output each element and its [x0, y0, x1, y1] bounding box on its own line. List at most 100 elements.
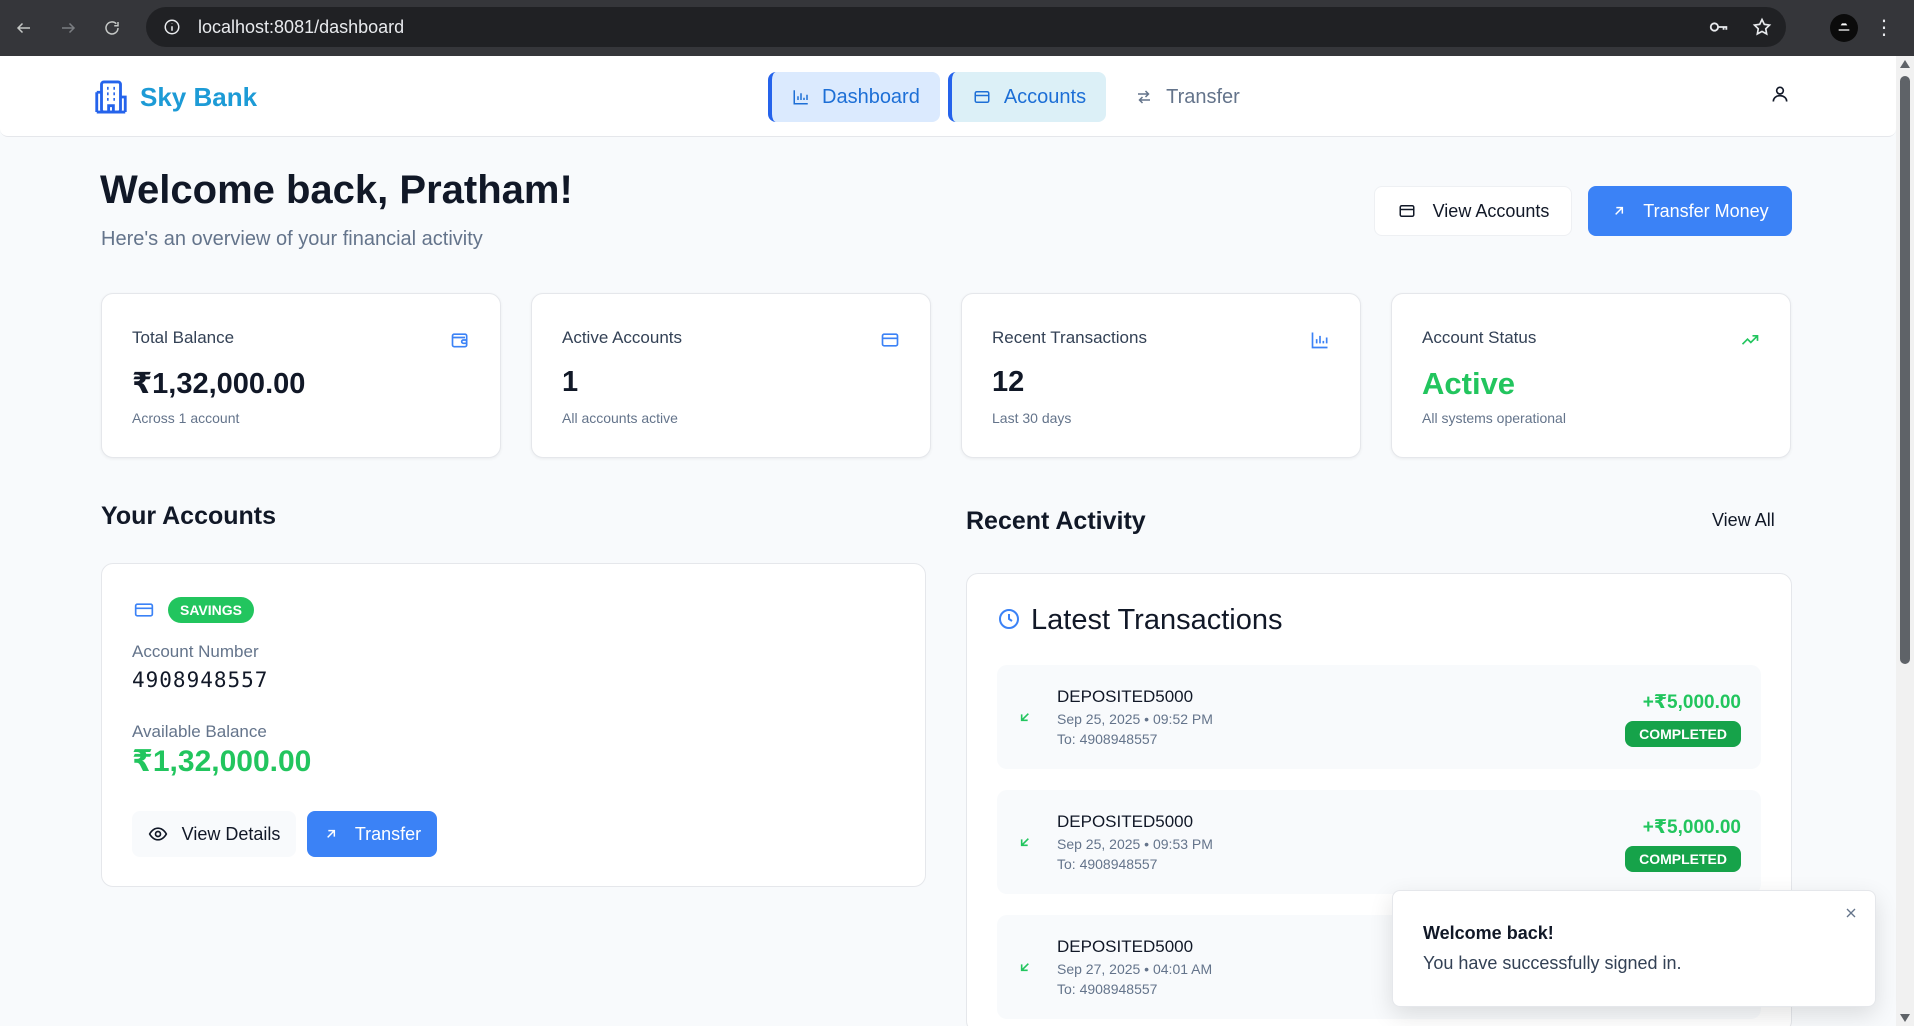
transaction-date: Sep 25, 2025 • 09:52 PM — [1057, 711, 1213, 727]
nav-accounts[interactable]: Accounts — [947, 72, 1107, 122]
transaction-recipient: To: 4908948557 — [1057, 731, 1158, 747]
view-details-label: View Details — [181, 823, 281, 844]
your-accounts-heading: Your Accounts — [101, 502, 277, 530]
transaction-amount: +₹5,000.00 — [1642, 692, 1741, 713]
stat-note: All accounts active — [562, 410, 678, 426]
scroll-thumb[interactable] — [1900, 76, 1910, 664]
arrow-up-right-icon — [326, 829, 335, 838]
bank-building-icon — [95, 80, 127, 114]
available-balance-label: Available Balance — [132, 722, 267, 741]
forward-button[interactable] — [46, 0, 90, 56]
address-bar[interactable]: localhost:8081/dashboard — [146, 7, 1786, 47]
arrow-left-icon — [16, 22, 30, 34]
account-card: SAVINGS Account Number 4908948557 Availa… — [101, 563, 926, 887]
user-menu-button[interactable] — [1770, 84, 1790, 109]
transaction-description: DEPOSITED5000 — [1057, 812, 1194, 831]
transaction-date: Sep 27, 2025 • 04:01 AM — [1057, 961, 1213, 977]
reload-icon — [105, 21, 119, 35]
nav-dashboard[interactable]: Dashboard — [768, 72, 940, 122]
incognito-icon — [1838, 23, 1850, 31]
stat-label: Total Balance — [132, 328, 235, 347]
scroll-up-icon[interactable] — [1900, 60, 1910, 68]
arrows-swap-icon — [1138, 90, 1151, 104]
browser-menu-icon[interactable]: ⋮ — [1874, 14, 1894, 42]
eye-icon — [148, 827, 167, 841]
status-badge: COMPLETED — [1625, 721, 1741, 747]
view-accounts-label: View Accounts — [1432, 200, 1550, 221]
card-icon — [132, 600, 156, 625]
toast-title: Welcome back! — [1423, 923, 1554, 943]
account-transfer-label: Transfer — [354, 823, 422, 844]
latest-transactions-title: Latest Transactions — [1031, 604, 1283, 636]
view-accounts-button[interactable]: View Accounts — [1374, 186, 1572, 236]
stat-card-active-accounts: Active Accounts 1 All accounts active — [531, 293, 931, 458]
status-badge: COMPLETED — [1625, 846, 1741, 872]
card-icon — [880, 330, 900, 355]
nav-transfer-label: Transfer — [1166, 85, 1240, 108]
page-title: Welcome back, Pratham! — [100, 168, 573, 212]
transfer-money-button[interactable]: Transfer Money — [1588, 186, 1792, 236]
trend-up-icon — [1740, 330, 1760, 355]
transfer-money-label: Transfer Money — [1643, 200, 1769, 221]
view-all-link[interactable]: View All — [1712, 510, 1775, 531]
site-info-icon[interactable] — [152, 18, 192, 36]
main-nav: Dashboard Accounts Transfer — [768, 72, 1260, 122]
user-icon — [1772, 86, 1788, 102]
stat-value: ₹1,32,000.00 — [132, 368, 306, 400]
stat-note: Last 30 days — [992, 410, 1072, 426]
account-number: 4908948557 — [132, 668, 269, 692]
brand-name: Sky Bank — [140, 81, 258, 112]
arrow-down-left-icon — [1017, 709, 1033, 730]
toast-notification: Welcome back! You have successfully sign… — [1392, 890, 1876, 1007]
transaction-row[interactable]: DEPOSITED5000 Sep 25, 2025 • 09:52 PM To… — [997, 665, 1761, 769]
stat-note: All systems operational — [1422, 410, 1566, 426]
key-icon[interactable] — [1708, 16, 1730, 38]
reload-button[interactable] — [90, 0, 134, 56]
arrow-down-left-icon — [1017, 959, 1033, 980]
transaction-row[interactable]: DEPOSITED5000 Sep 25, 2025 • 09:53 PM To… — [997, 790, 1761, 894]
star-icon[interactable] — [1752, 17, 1772, 37]
stat-label: Active Accounts — [562, 328, 683, 347]
nav-transfer[interactable]: Transfer — [1114, 72, 1260, 122]
scroll-down-icon[interactable] — [1900, 1014, 1910, 1022]
transaction-amount: +₹5,000.00 — [1642, 817, 1741, 838]
browser-toolbar: localhost:8081/dashboard ⋮ — [0, 0, 1914, 56]
clock-icon — [997, 607, 1021, 636]
stat-label: Recent Transactions — [992, 328, 1147, 347]
arrow-right-icon — [62, 22, 76, 34]
transaction-recipient: To: 4908948557 — [1057, 856, 1158, 872]
bar-chart-icon — [1310, 330, 1330, 355]
view-details-button[interactable]: View Details — [132, 811, 296, 857]
transaction-description: DEPOSITED5000 — [1057, 937, 1194, 956]
stat-value: 1 — [562, 366, 579, 398]
card-icon — [1399, 205, 1415, 217]
brand-logo[interactable]: Sky Bank — [92, 78, 257, 116]
recent-activity-heading: Recent Activity — [966, 507, 1146, 535]
account-number-label: Account Number — [132, 642, 259, 661]
bar-chart-icon — [793, 90, 808, 105]
close-icon[interactable] — [1843, 905, 1859, 926]
stat-note: Across 1 account — [132, 410, 240, 426]
nav-dashboard-label: Dashboard — [822, 85, 920, 108]
nav-accounts-label: Accounts — [1003, 85, 1087, 108]
available-balance: ₹1,32,000.00 — [132, 745, 312, 778]
transaction-description: DEPOSITED5000 — [1057, 687, 1194, 706]
stat-card-total-balance: Total Balance ₹1,32,000.00 Across 1 acco… — [101, 293, 501, 458]
toast-message: You have successfully signed in. — [1423, 953, 1682, 973]
wallet-icon — [450, 330, 470, 355]
transaction-recipient: To: 4908948557 — [1057, 981, 1158, 997]
stat-label: Account Status — [1422, 328, 1537, 347]
account-type-badge: SAVINGS — [168, 597, 254, 623]
account-transfer-button[interactable]: Transfer — [307, 811, 437, 857]
stat-value: Active — [1422, 366, 1516, 401]
url-text[interactable]: localhost:8081/dashboard — [198, 17, 404, 38]
card-icon — [974, 91, 990, 103]
back-button[interactable] — [2, 0, 46, 56]
page-scrollbar[interactable] — [1896, 56, 1914, 1026]
app-header: Sky Bank Dashboard Accounts Transfer — [0, 56, 1896, 137]
profile-avatar[interactable] — [1830, 14, 1858, 42]
stat-value: 12 — [992, 366, 1025, 398]
transaction-date: Sep 25, 2025 • 09:53 PM — [1057, 836, 1213, 852]
stat-card-account-status: Account Status Active All systems operat… — [1391, 293, 1791, 458]
arrow-down-left-icon — [1017, 834, 1033, 855]
